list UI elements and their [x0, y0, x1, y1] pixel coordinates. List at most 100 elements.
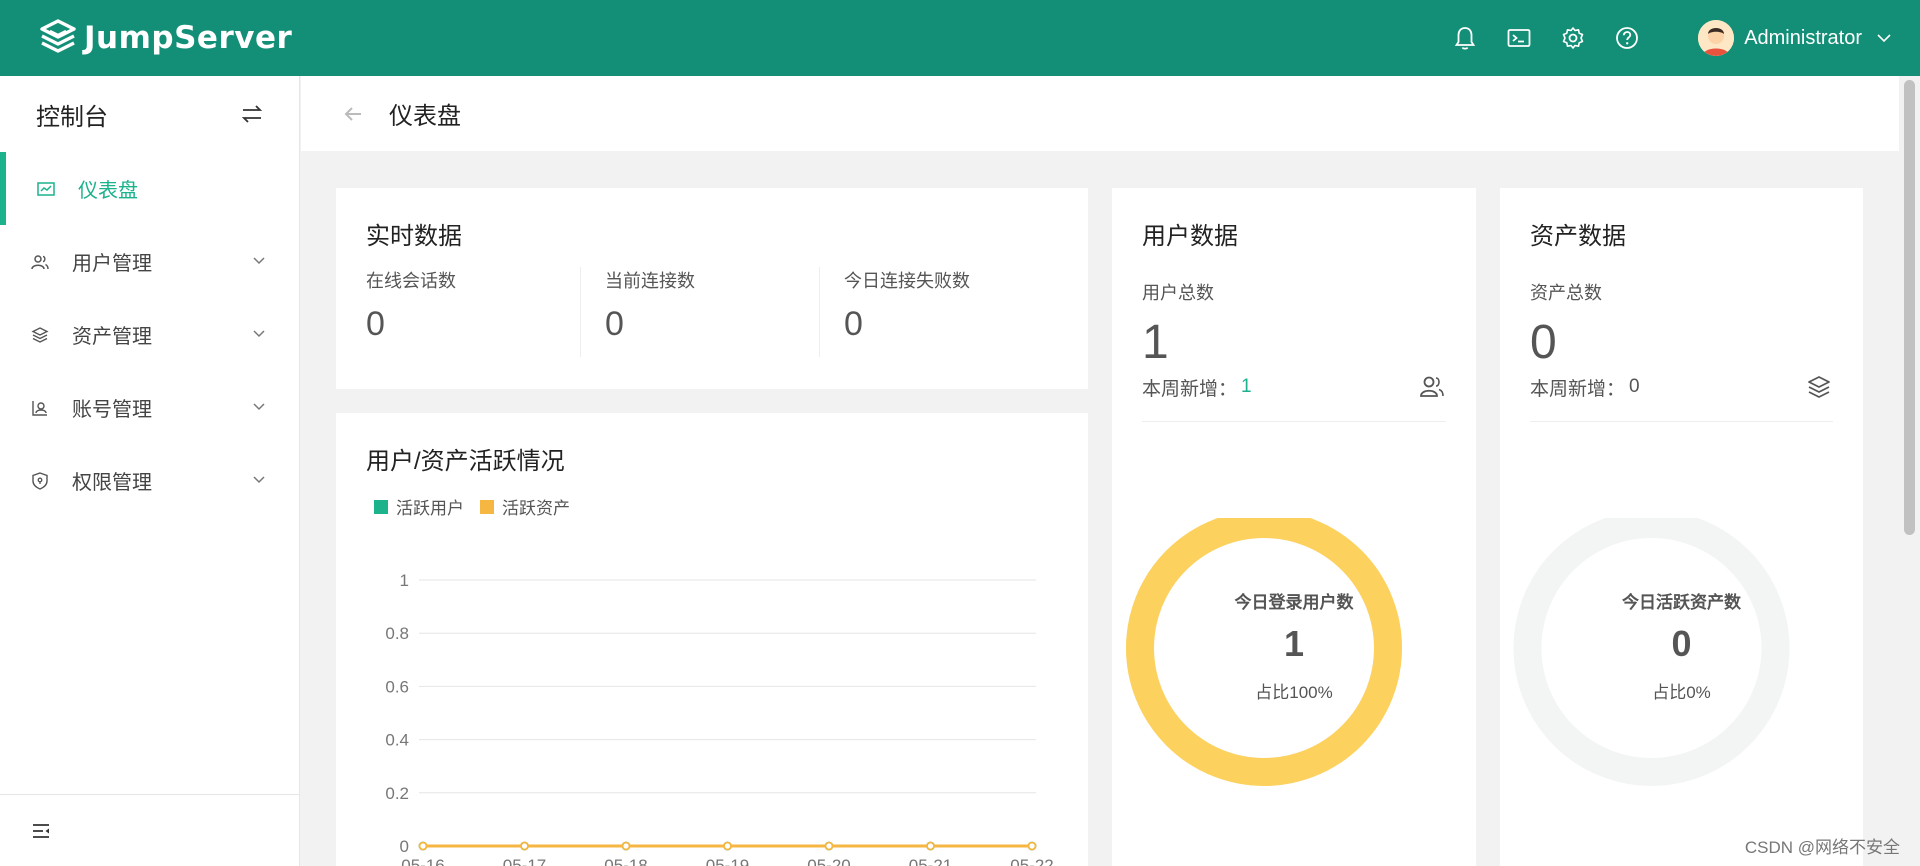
data-point[interactable]	[926, 841, 935, 851]
donut-percent: 占比100%	[1255, 683, 1333, 702]
sidebar-item-permission-management[interactable]: 权限管理	[0, 444, 299, 517]
metric-value: 0	[366, 305, 385, 343]
chevron-down-icon	[253, 330, 265, 338]
dashboard-icon	[36, 179, 56, 199]
stat-label: 用户总数	[1142, 283, 1214, 303]
data-point[interactable]	[1027, 841, 1037, 851]
back-arrow-icon[interactable]	[341, 102, 365, 126]
donut-label: 今日活跃资产数	[1622, 593, 1741, 612]
logo-text: JumpServer	[84, 20, 293, 56]
activity-line-chart: 0 0.2 0.4 0.6 0.8 1 05-16 05-17 05-18 05-19 05-20 0…	[385, 571, 1053, 866]
donut-value: 0	[1671, 623, 1692, 664]
scrollbar-thumb[interactable]	[1904, 80, 1915, 535]
stat-total: 0	[1530, 316, 1557, 369]
weekly-new-label: 本周新增：	[1142, 378, 1238, 400]
y-tick-label: 0.2	[385, 784, 409, 803]
metric-label: 今日连接失败数	[844, 271, 970, 291]
donut-percent: 占比0%	[1652, 683, 1711, 702]
y-tick-label: 0.4	[385, 731, 409, 750]
layers-icon	[30, 325, 50, 345]
weekly-new-row: 本周新增： 0	[1530, 373, 1833, 422]
user-name: Administrator	[1744, 26, 1862, 49]
layers-icon	[1808, 376, 1830, 398]
page-title: 仪表盘	[389, 103, 461, 130]
sidebar-title: 控制台	[36, 103, 108, 131]
donut-ring	[1513, 510, 1790, 786]
metric-failed-connections: 今日连接失败数 0	[819, 267, 1058, 357]
donut-label: 今日登录用户数	[1234, 593, 1354, 612]
sidebar-item-label: 用户管理	[72, 253, 152, 275]
sidebar-item-label: 资产管理	[72, 326, 152, 348]
collapse-menu-icon[interactable]	[30, 820, 52, 842]
account-icon	[30, 398, 50, 418]
y-tick-label: 1	[400, 571, 409, 590]
card-title: 实时数据	[366, 223, 462, 250]
chevron-down-icon	[253, 403, 265, 411]
sidebar-item-account-management[interactable]: 账号管理	[0, 371, 299, 444]
logo[interactable]: JumpServer	[36, 16, 292, 60]
sidebar-header: 控制台	[0, 76, 299, 152]
sidebar-item-asset-management[interactable]: 资产管理	[0, 298, 299, 371]
switch-icon[interactable]	[239, 101, 265, 127]
weekly-new-value: 1	[1241, 376, 1252, 397]
sidebar-item-label: 账号管理	[72, 399, 152, 421]
x-tick-label: 05-19	[706, 856, 749, 866]
x-tick-label: 05-20	[807, 856, 850, 866]
watermark: CSDN @网络不安全	[1744, 838, 1900, 857]
users-icon	[1420, 376, 1444, 397]
data-point[interactable]	[824, 841, 834, 851]
card-title: 用户数据	[1142, 223, 1238, 250]
card-title: 资产数据	[1530, 223, 1626, 250]
sidebar-footer	[0, 794, 299, 866]
sidebar: 控制台 仪表盘 用户管理 资产管理 账号管理 权限管理	[0, 76, 300, 866]
page-header: 仪表盘	[301, 76, 1899, 151]
stat-label: 资产总数	[1530, 283, 1602, 303]
y-tick-label: 0.8	[385, 624, 409, 643]
metric-value: 0	[605, 305, 624, 343]
x-tick-label: 05-18	[604, 856, 647, 866]
y-tick-label: 0	[400, 837, 409, 856]
sidebar-item-dashboard[interactable]: 仪表盘	[0, 152, 299, 225]
realtime-card: 实时数据 在线会话数 0 当前连接数 0 今日连接失败数 0	[336, 188, 1088, 389]
shield-icon	[30, 471, 50, 491]
data-point[interactable]	[723, 841, 732, 851]
sidebar-item-label: 权限管理	[72, 472, 152, 494]
data-point[interactable]	[520, 841, 529, 851]
chevron-down-icon	[253, 257, 265, 265]
assets-card: 资产数据 资产总数 0 本周新增： 0 今日活跃资产数 0 占比0%	[1500, 188, 1863, 866]
x-tick-label: 05-17	[503, 856, 546, 866]
terminal-icon[interactable]	[1505, 24, 1533, 52]
x-tick-label: 05-22	[1010, 856, 1053, 866]
weekly-new-label: 本周新增：	[1530, 378, 1626, 400]
login-users-donut: 今日登录用户数 1 占比100%	[1112, 510, 1476, 818]
activity-card: 用户/资产活跃情况 活跃用户 活跃资产 0 0.2 0.4 0.6 0.8 1 05-16 0…	[336, 413, 1088, 866]
weekly-new-row: 本周新增： 1	[1142, 373, 1446, 422]
users-icon	[30, 252, 50, 272]
help-icon[interactable]	[1613, 24, 1641, 52]
sidebar-item-label: 仪表盘	[78, 180, 138, 202]
active-assets-donut: 今日活跃资产数 0 占比0%	[1500, 510, 1863, 818]
donut-ring	[1126, 510, 1402, 786]
scrollbar[interactable]	[1899, 76, 1920, 866]
data-point[interactable]	[621, 841, 631, 851]
user-menu[interactable]: Administrator	[1698, 20, 1892, 56]
logo-icon	[40, 19, 76, 53]
top-bar: JumpServer Administrator	[0, 0, 1920, 76]
donut-value: 1	[1283, 623, 1305, 664]
x-tick-label: 05-16	[401, 856, 444, 866]
metric-label: 在线会话数	[366, 271, 456, 291]
stat-total: 1	[1142, 316, 1169, 369]
sidebar-item-user-management[interactable]: 用户管理	[0, 225, 299, 298]
bell-icon[interactable]	[1451, 24, 1479, 52]
metric-online-sessions: 在线会话数 0	[366, 267, 580, 357]
data-point[interactable]	[418, 841, 428, 851]
users-card: 用户数据 用户总数 1 本周新增： 1 今日登录用户数 1 占比100%	[1112, 188, 1476, 866]
chevron-down-icon	[1877, 34, 1891, 43]
weekly-new-value: 0	[1629, 376, 1640, 397]
metric-value: 0	[844, 305, 863, 343]
gear-icon[interactable]	[1559, 24, 1587, 52]
metric-current-connections: 当前连接数 0	[580, 267, 819, 357]
y-tick-label: 0.6	[385, 677, 409, 696]
chevron-down-icon	[253, 476, 265, 484]
x-tick-label: 05-21	[909, 856, 952, 866]
